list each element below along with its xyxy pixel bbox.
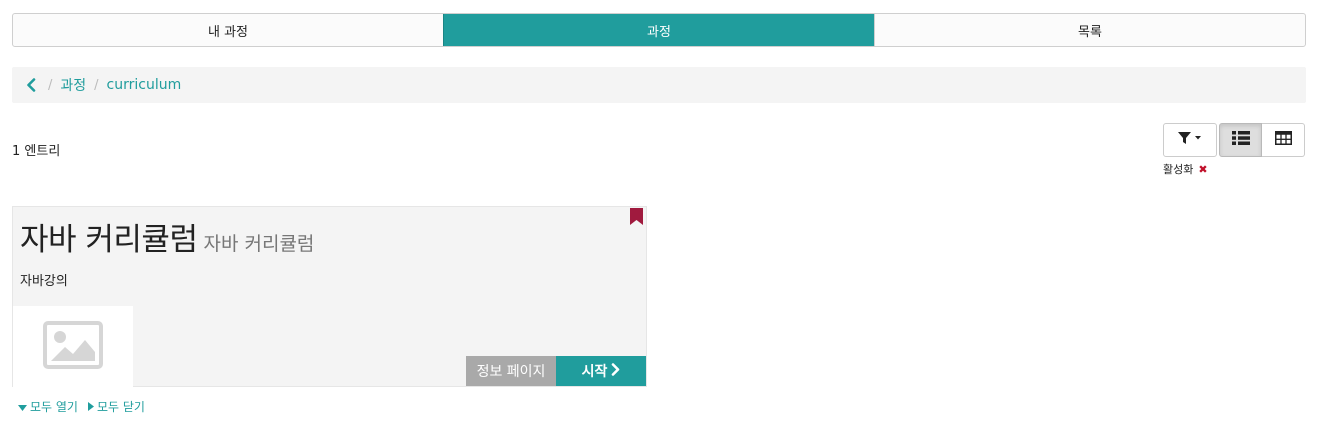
info-page-button[interactable]: 정보 페이지: [466, 356, 556, 386]
table-view-button[interactable]: [1262, 123, 1305, 157]
course-thumbnail[interactable]: [13, 306, 133, 387]
active-filter-label: 활성화: [1163, 163, 1194, 176]
tab-courses[interactable]: 과정: [443, 14, 874, 46]
view-mode-group: [1219, 123, 1305, 157]
breadcrumb: / 과정 / curriculum: [12, 67, 1306, 103]
filter-icon: [1177, 131, 1203, 149]
table-view-icon: [1274, 131, 1292, 149]
caret-right-icon: [87, 400, 97, 414]
start-button-label: 시작: [581, 364, 608, 380]
course-subtitle: 자바 커리큘럼: [203, 233, 315, 255]
breadcrumb-item-curriculum[interactable]: curriculum: [107, 77, 182, 93]
close-all-link[interactable]: 모두 닫기: [87, 398, 145, 415]
breadcrumb-separator: /: [48, 77, 53, 93]
active-filter-tag: 활성화 ✖: [1163, 161, 1208, 177]
card-actions: 정보 페이지 시작: [466, 356, 646, 386]
caret-down-icon: [18, 400, 30, 414]
open-all-link[interactable]: 모두 열기: [18, 398, 78, 415]
list-view-button[interactable]: [1219, 123, 1262, 157]
course-description: 자바강의: [20, 274, 68, 289]
chevron-right-icon: [607, 362, 620, 380]
tab-my-courses[interactable]: 내 과정: [13, 14, 443, 46]
remove-filter-icon[interactable]: ✖: [1198, 163, 1207, 176]
breadcrumb-separator: /: [94, 77, 99, 93]
chevron-left-icon[interactable]: [26, 77, 40, 93]
top-tabs: 내 과정 과정 목록: [12, 13, 1306, 47]
course-card: 자바 커리큘럼 자바 커리큘럼 자바강의 정보 페이지 시작: [12, 206, 647, 387]
image-placeholder-icon: [43, 320, 103, 373]
bookmark-icon[interactable]: [630, 208, 643, 225]
view-toolbar: [1163, 123, 1305, 157]
entry-count: 1 엔트리: [12, 144, 61, 159]
expand-controls: 모두 열기 모두 닫기: [18, 398, 145, 415]
tab-catalog[interactable]: 목록: [874, 14, 1305, 46]
start-button[interactable]: 시작: [556, 356, 646, 386]
filter-button[interactable]: [1163, 123, 1217, 157]
course-title-row: 자바 커리큘럼 자바 커리큘럼: [20, 214, 314, 259]
open-all-label: 모두 열기: [30, 400, 78, 414]
course-title[interactable]: 자바 커리큘럼: [20, 222, 198, 258]
close-all-label: 모두 닫기: [96, 400, 145, 414]
breadcrumb-item-courses[interactable]: 과정: [60, 75, 86, 95]
list-view-icon: [1231, 131, 1250, 149]
